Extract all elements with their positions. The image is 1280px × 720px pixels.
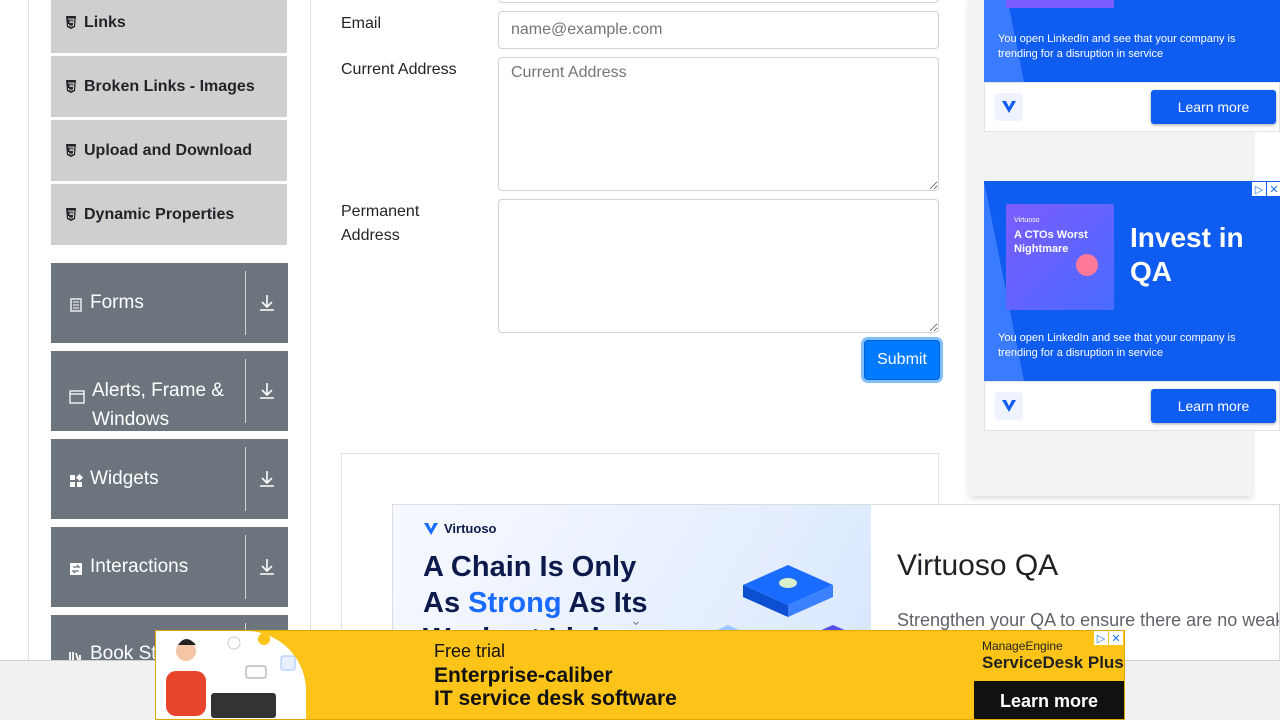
submit-button[interactable]: Submit	[864, 340, 940, 380]
virtuoso-logo-icon	[424, 522, 438, 535]
ad-brand: Virtuoso	[423, 521, 497, 536]
sidebar-group-label: Alerts, Frame & Windows	[92, 380, 224, 430]
current-address-field[interactable]	[498, 57, 939, 191]
sidebar-item-label: Upload and Download	[84, 141, 252, 159]
ad-headline: Invest in QA	[1130, 222, 1244, 287]
sidebar-group-label: Widgets	[90, 468, 159, 489]
ad-brand-small: ManageEngine	[982, 639, 1063, 653]
bottom-ad[interactable]: Free trial Enterprise-caliber IT service…	[155, 630, 1125, 720]
download-icon[interactable]	[246, 263, 288, 343]
adchoices-icon[interactable]: ▷	[1094, 631, 1108, 645]
interactions-icon	[69, 560, 83, 575]
sidebar-item-links[interactable]: Links	[51, 0, 287, 53]
download-icon[interactable]	[246, 351, 288, 431]
ad-title: Virtuoso QA	[897, 549, 1059, 582]
sidebar-item-dynamic-properties[interactable]: Dynamic Properties	[51, 183, 287, 245]
sidebar-group-forms[interactable]: Forms	[51, 263, 288, 343]
virtuoso-logo-icon	[995, 392, 1023, 420]
email-field[interactable]	[498, 11, 939, 49]
learn-more-button[interactable]: Learn more	[974, 681, 1124, 719]
download-icon[interactable]	[246, 527, 288, 607]
document-icon	[69, 296, 83, 312]
ad-illustration	[156, 631, 306, 719]
ad-description: Strengthen your QA to ensure there are n…	[897, 610, 1279, 630]
right-ad-2[interactable]: Virtuoso A CTOs Worst Nightmare Invest in…	[984, 181, 1280, 431]
adchoices-icon[interactable]: ▷	[1252, 182, 1266, 196]
sidebar-group-label: Interactions	[90, 556, 189, 577]
ad-text: You open LinkedIn and see that your comp…	[998, 332, 1236, 359]
chevron-down-icon[interactable]: ⌄	[630, 612, 642, 629]
virtuoso-logo-icon	[995, 93, 1023, 121]
html5-icon	[65, 144, 77, 157]
close-icon[interactable]: ✕	[1109, 631, 1123, 645]
download-icon[interactable]	[246, 439, 288, 519]
sidebar-group-alerts-frame-windows[interactable]: Alerts, Frame & Windows	[51, 351, 288, 431]
sidebar-item-label: Dynamic Properties	[84, 205, 235, 223]
sidebar-item-broken-links[interactable]: Broken Links - Images	[51, 55, 287, 117]
sidebar-item-label: Links	[84, 13, 126, 31]
learn-more-button[interactable]: Learn more	[1151, 389, 1276, 423]
ad-line-1: Enterprise-caliber	[434, 664, 613, 687]
sidebar-group-interactions[interactable]: Interactions	[51, 527, 288, 607]
html5-icon	[65, 80, 77, 93]
html5-icon	[65, 16, 77, 29]
sidebar-group-label: Forms	[90, 292, 144, 313]
right-ad-1[interactable]: You open LinkedIn and see that your comp…	[984, 0, 1280, 132]
ad-thumbnail: Virtuoso A CTOs Worst Nightmare	[1006, 204, 1114, 310]
permanent-address-label: Permanent Address	[341, 203, 420, 244]
ad-free-trial: Free trial	[434, 641, 506, 661]
sidebar-item-upload-download[interactable]: Upload and Download	[51, 119, 287, 181]
html5-icon	[65, 208, 77, 221]
previous-input-edge	[498, 0, 939, 3]
close-icon[interactable]: ✕	[1267, 182, 1280, 196]
ad-line-2: IT service desk software	[434, 687, 677, 710]
learn-more-button[interactable]: Learn more	[1151, 90, 1276, 124]
ad-text: You open LinkedIn and see that your comp…	[998, 33, 1236, 60]
ad-brand-product: ServiceDesk Plus	[982, 653, 1124, 672]
left-panel: Links Broken Links - Images Upload and D…	[28, 0, 311, 720]
sidebar-group-widgets[interactable]: Widgets	[51, 439, 288, 519]
window-icon	[69, 384, 85, 404]
sidebar-item-label: Broken Links - Images	[84, 77, 255, 95]
current-address-label: Current Address	[341, 61, 457, 78]
widgets-icon	[69, 472, 84, 487]
permanent-address-field[interactable]	[498, 199, 939, 333]
email-label: Email	[341, 15, 382, 32]
